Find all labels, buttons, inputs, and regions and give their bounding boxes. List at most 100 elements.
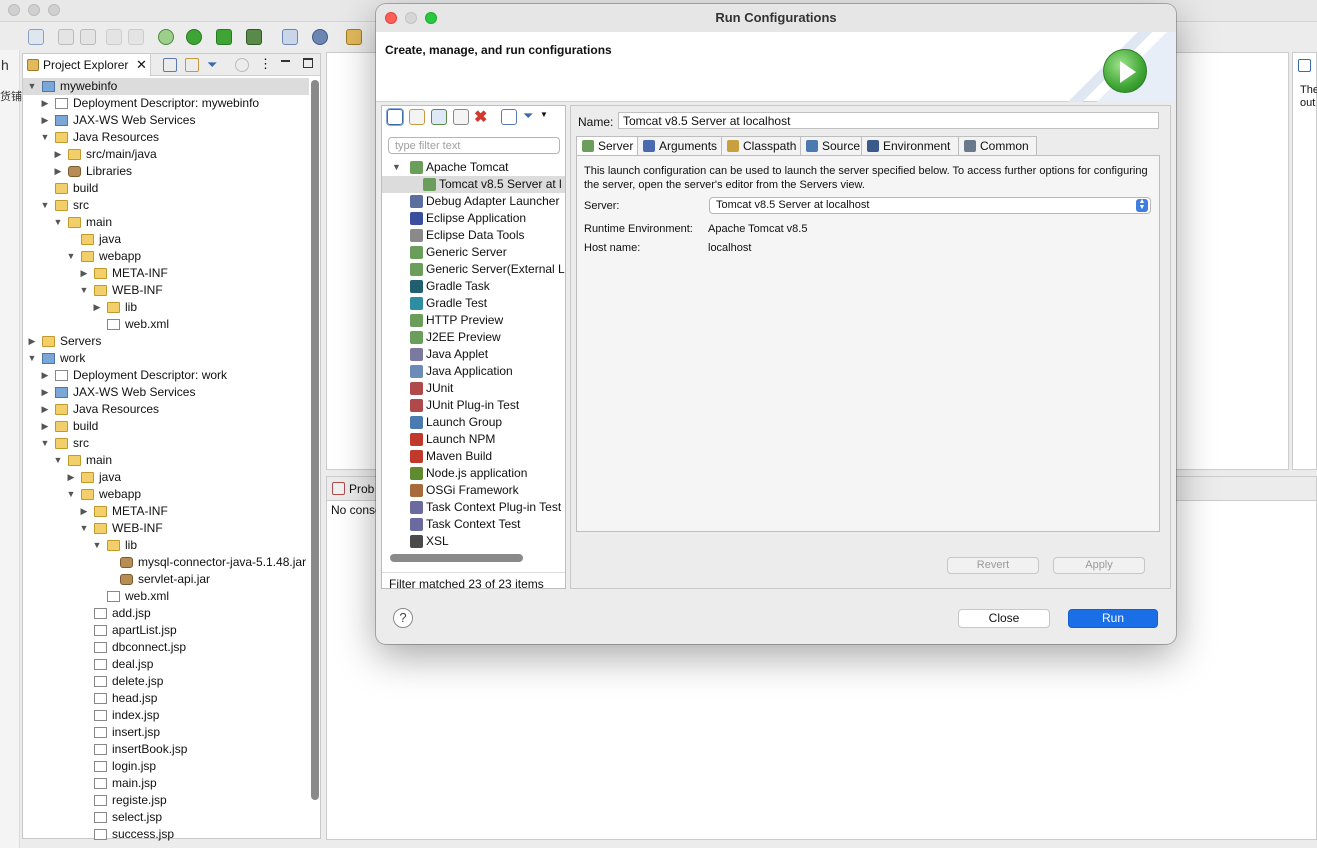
tree-item[interactable]: ▼ lib <box>23 537 309 554</box>
chevron-down-icon[interactable]: ▼ <box>40 129 50 146</box>
close-button[interactable]: Close <box>958 609 1050 628</box>
new-prototype-icon[interactable] <box>409 109 425 125</box>
configuration-type[interactable]: Launch NPM <box>382 431 565 448</box>
tree-item[interactable]: build <box>23 180 309 197</box>
delete-icon[interactable]: ✖ <box>474 107 487 127</box>
chevron-right-icon[interactable]: ▶ <box>40 418 50 435</box>
tree-item[interactable]: index.jsp <box>23 707 309 724</box>
tree-item[interactable]: ▶ META-INF <box>23 503 309 520</box>
tree-item[interactable]: registe.jsp <box>23 792 309 809</box>
tree-item[interactable]: ▶ src/main/java <box>23 146 309 163</box>
tab-environment[interactable]: Environment <box>861 136 959 156</box>
name-field[interactable] <box>618 112 1159 129</box>
configuration-type[interactable]: Launch Group <box>382 414 565 431</box>
tree-item[interactable]: add.jsp <box>23 605 309 622</box>
filter-icon[interactable]: ⏷ <box>207 57 217 73</box>
run-button[interactable]: Run <box>1068 609 1158 628</box>
chevron-down-icon[interactable]: ▼ <box>27 78 37 95</box>
help-button[interactable]: ? <box>393 608 413 628</box>
configuration-type[interactable]: Generic Server(External L <box>382 261 565 278</box>
maximize-icon[interactable] <box>303 58 313 68</box>
configuration-type[interactable]: JUnit Plug-in Test <box>382 397 565 414</box>
chevron-right-icon[interactable]: ▶ <box>40 112 50 129</box>
configuration-type[interactable]: Node.js application <box>382 465 565 482</box>
server-select[interactable]: Tomcat v8.5 Server at localhost ▲ ▼ <box>709 197 1151 214</box>
tree-item[interactable]: ▶ Deployment Descriptor: work <box>23 367 309 384</box>
chevron-down-icon[interactable]: ▼ <box>79 520 89 537</box>
apply-button[interactable]: Apply <box>1053 557 1145 574</box>
chevron-down-icon[interactable]: ▼ <box>92 537 102 554</box>
zoom-window-icon[interactable] <box>48 4 60 16</box>
new-file-icon[interactable] <box>28 29 44 45</box>
tree-item[interactable]: ▼ main <box>23 452 309 469</box>
tree-item[interactable]: ▶ JAX-WS Web Services <box>23 384 309 401</box>
tree-item[interactable]: ▼ mywebinfo <box>23 78 309 95</box>
export-configuration-icon[interactable] <box>431 109 447 125</box>
configuration-type[interactable]: Eclipse Application <box>382 210 565 227</box>
configuration-type[interactable]: JUnit <box>382 380 565 397</box>
configuration-type[interactable]: HTTP Preview <box>382 312 565 329</box>
tree-item[interactable]: ▶ Servers <box>23 333 309 350</box>
new-configuration-icon[interactable] <box>386 108 404 126</box>
redo-icon[interactable] <box>128 29 144 45</box>
debug-icon[interactable] <box>158 29 174 45</box>
link-editor-icon[interactable] <box>185 58 199 72</box>
chevron-down-icon[interactable]: ▼ <box>66 486 76 503</box>
collapse-all-icon[interactable] <box>501 109 517 125</box>
chevron-right-icon[interactable]: ▶ <box>40 384 50 401</box>
open-type-icon[interactable] <box>346 29 362 45</box>
run-icon[interactable] <box>186 29 202 45</box>
chevron-down-icon[interactable]: ▼ <box>392 159 401 176</box>
tree-item[interactable]: ▼ work <box>23 350 309 367</box>
web-browser-icon[interactable] <box>312 29 328 45</box>
tree-item[interactable]: delete.jsp <box>23 673 309 690</box>
close-window-icon[interactable] <box>385 12 397 24</box>
tree-item[interactable]: ▶ lib <box>23 299 309 316</box>
tree-item[interactable]: ▼ Java Resources <box>23 129 309 146</box>
tree-item[interactable]: dbconnect.jsp <box>23 639 309 656</box>
chevron-down-icon[interactable]: ▼ <box>53 452 63 469</box>
tab-arguments[interactable]: Arguments <box>637 136 722 156</box>
undo-icon[interactable] <box>106 29 122 45</box>
chevron-right-icon[interactable]: ▶ <box>40 401 50 418</box>
tab-project-explorer[interactable]: Project Explorer ✕ <box>23 54 151 76</box>
chevron-down-icon[interactable]: ▼ <box>27 350 37 367</box>
tree-item[interactable]: ▶ JAX-WS Web Services <box>23 112 309 129</box>
tree-item[interactable]: ▼ WEB-INF <box>23 520 309 537</box>
tab-problems[interactable]: Prob <box>349 482 374 496</box>
minimize-window-icon[interactable] <box>405 12 417 24</box>
configuration-type[interactable]: Generic Server <box>382 244 565 261</box>
configuration-type[interactable]: XSL <box>382 533 565 549</box>
view-menu-icon[interactable]: ⋮ <box>259 56 272 72</box>
tree-item[interactable]: login.jsp <box>23 758 309 775</box>
tree-item[interactable]: java <box>23 231 309 248</box>
tree-item[interactable]: ▶ Libraries <box>23 163 309 180</box>
configuration-type[interactable]: Java Applet <box>382 346 565 363</box>
tab-classpath[interactable]: Classpath <box>721 136 801 156</box>
configuration-item[interactable]: Tomcat v8.5 Server at l <box>382 176 565 193</box>
minimize-window-icon[interactable] <box>28 4 40 16</box>
tree-item[interactable]: web.xml <box>23 588 309 605</box>
close-icon[interactable]: ✕ <box>136 57 147 73</box>
configuration-type[interactable]: Eclipse Data Tools <box>382 227 565 244</box>
collapse-all-icon[interactable] <box>163 58 177 72</box>
filter-icon[interactable]: ⏷ <box>523 108 533 124</box>
chevron-right-icon[interactable]: ▶ <box>40 367 50 384</box>
new-server-icon[interactable] <box>282 29 298 45</box>
close-window-icon[interactable] <box>8 4 20 16</box>
configuration-type[interactable]: Gradle Task <box>382 278 565 295</box>
tree-item[interactable]: deal.jsp <box>23 656 309 673</box>
chevron-right-icon[interactable]: ▶ <box>27 333 37 350</box>
zoom-window-icon[interactable] <box>425 12 437 24</box>
chevron-right-icon[interactable]: ▶ <box>66 469 76 486</box>
configuration-type[interactable]: Gradle Test <box>382 295 565 312</box>
tree-item[interactable]: select.jsp <box>23 809 309 826</box>
save-all-icon[interactable] <box>80 29 96 45</box>
chevron-right-icon[interactable]: ▶ <box>53 146 63 163</box>
configuration-type[interactable]: Task Context Test <box>382 516 565 533</box>
external-tools-icon[interactable] <box>246 29 262 45</box>
tree-item[interactable]: ▼ webapp <box>23 248 309 265</box>
tree-item[interactable]: servlet-api.jar <box>23 571 309 588</box>
chevron-down-icon[interactable]: ▼ <box>79 282 89 299</box>
tree-item[interactable]: ▼ src <box>23 197 309 214</box>
